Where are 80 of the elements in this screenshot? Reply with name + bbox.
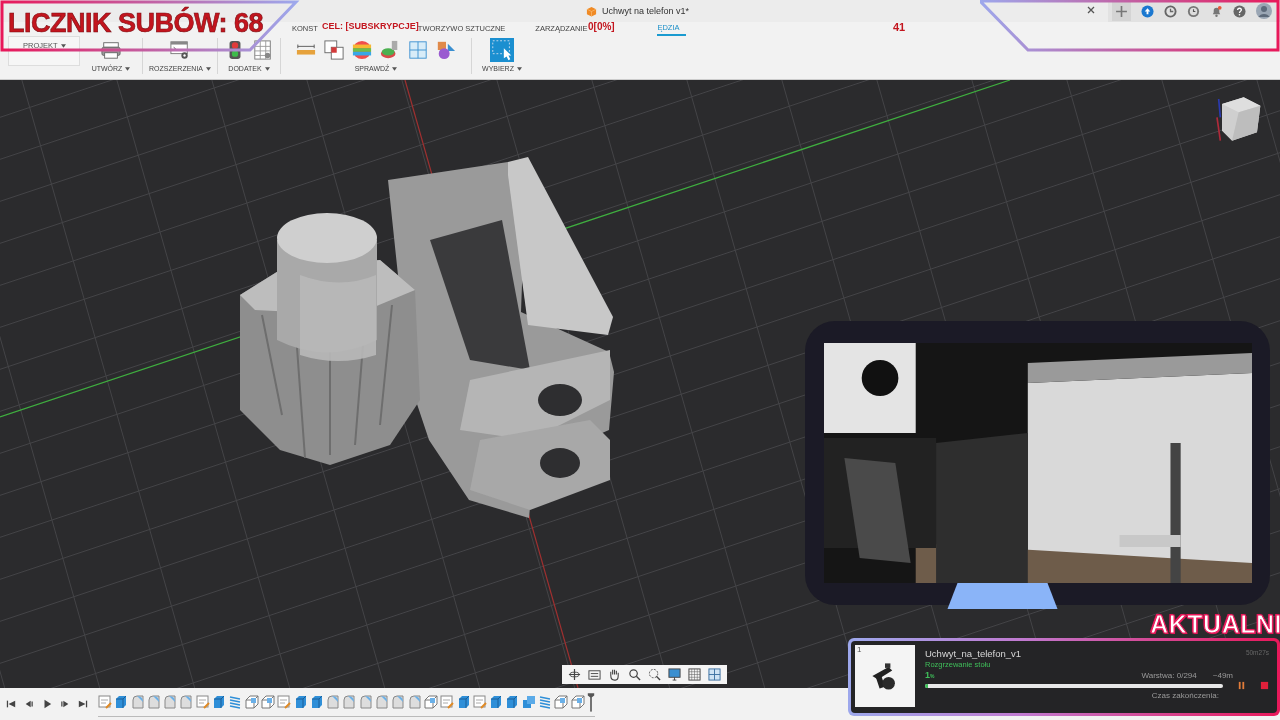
select-icon[interactable] (490, 38, 514, 62)
box-feature-icon[interactable] (570, 695, 585, 709)
help-icon[interactable] (1233, 4, 1246, 18)
fillet-feature-icon[interactable] (163, 695, 178, 709)
fillet-feature-icon[interactable] (342, 695, 357, 709)
spreadsheet-icon[interactable] (253, 40, 273, 60)
job-name: Uchwyt_na_telefon_v1 (925, 647, 1023, 659)
clock-icon[interactable] (1187, 4, 1200, 18)
upload-icon[interactable] (1141, 4, 1154, 18)
caret-icon (60, 43, 66, 48)
fillet-feature-icon[interactable] (375, 695, 390, 709)
subscriber-counter: LICZNIK SUBÓW: 68 (8, 8, 263, 39)
thread-feature-icon[interactable] (228, 695, 243, 709)
look-at-icon[interactable] (588, 668, 601, 681)
layer-count: Warstwa: 0/294 (1141, 670, 1197, 680)
finish-time-label: Czas zakończenia: (1151, 691, 1220, 700)
timeline-marker-icon[interactable] (586, 691, 595, 713)
skip-end-icon[interactable] (78, 699, 88, 709)
caret-icon (206, 67, 212, 72)
play-icon[interactable] (42, 699, 52, 709)
step-back-icon[interactable] (24, 699, 34, 709)
shapes-icon[interactable] (436, 40, 456, 60)
skip-start-icon[interactable] (6, 699, 16, 709)
extrude-feature-icon[interactable] (505, 695, 520, 709)
sketch-feature-icon[interactable] (440, 695, 455, 709)
user-avatar-icon[interactable] (1256, 3, 1272, 19)
orbit-icon[interactable] (568, 668, 581, 681)
goal-status-text: 0[0%] (588, 21, 615, 32)
zoom-icon[interactable] (628, 668, 641, 681)
draft-analysis-icon[interactable] (380, 40, 400, 60)
plus-icon (1115, 4, 1128, 18)
fillet-feature-icon[interactable] (146, 695, 161, 709)
stop-icon[interactable] (1260, 681, 1269, 690)
close-icon (1086, 5, 1096, 15)
caret-icon (516, 67, 522, 72)
fillet-feature-icon[interactable] (407, 695, 422, 709)
printer-icon[interactable] (101, 40, 121, 60)
box-feature-icon[interactable] (244, 695, 259, 709)
interference-icon[interactable] (324, 40, 344, 60)
cube-icon (586, 5, 597, 17)
zebra-analysis-icon[interactable] (352, 40, 372, 60)
fit-icon[interactable] (648, 668, 661, 681)
bracket-model-drawing[interactable] (240, 157, 614, 518)
box-feature-icon[interactable] (260, 695, 275, 709)
extrude-feature-icon[interactable] (489, 695, 504, 709)
step-forward-icon[interactable] (60, 699, 70, 709)
combine-feature-icon[interactable] (521, 695, 536, 709)
extrude-feature-icon[interactable] (309, 695, 324, 709)
extrude-feature-icon[interactable] (114, 695, 129, 709)
fillet-feature-icon[interactable] (179, 695, 194, 709)
thread-feature-icon[interactable] (538, 695, 552, 709)
goal-label: CEL: [SUBSKRYPCJE] (322, 21, 419, 31)
pan-hand-icon[interactable] (608, 668, 621, 681)
fillet-feature-icon[interactable] (358, 695, 373, 709)
job-index: 1 (857, 645, 862, 654)
pause-icon[interactable] (1237, 681, 1246, 690)
document-tab[interactable]: Uchwyt na telefon v1* (586, 5, 690, 17)
box-feature-icon[interactable] (423, 695, 438, 709)
viewports-icon[interactable] (708, 668, 721, 681)
bell-icon[interactable] (1210, 4, 1223, 18)
remaining-time: ~49m (1212, 670, 1233, 680)
display-settings-icon[interactable] (668, 668, 681, 681)
caret-icon (392, 67, 398, 72)
goal-count: 41 (893, 21, 906, 33)
sketch-feature-icon[interactable] (98, 695, 112, 709)
fillet-feature-icon[interactable] (391, 695, 406, 709)
fillet-feature-icon[interactable] (326, 695, 341, 709)
fillet-feature-icon[interactable] (130, 695, 145, 709)
extrude-feature-icon[interactable] (293, 695, 308, 709)
sketch-feature-icon[interactable] (195, 695, 210, 709)
sketch-feature-icon[interactable] (472, 695, 487, 709)
banner-text: AKTUALNI (1150, 610, 1280, 639)
sketch-feature-icon[interactable] (277, 695, 292, 709)
caret-icon (264, 67, 270, 72)
extrude-feature-icon[interactable] (456, 695, 471, 709)
terminal-gear-icon[interactable] (170, 40, 190, 60)
caret-icon (125, 67, 131, 72)
grid-settings-icon[interactable] (688, 668, 701, 681)
box-feature-icon[interactable] (554, 695, 569, 709)
extrude-feature-icon[interactable] (212, 695, 227, 709)
